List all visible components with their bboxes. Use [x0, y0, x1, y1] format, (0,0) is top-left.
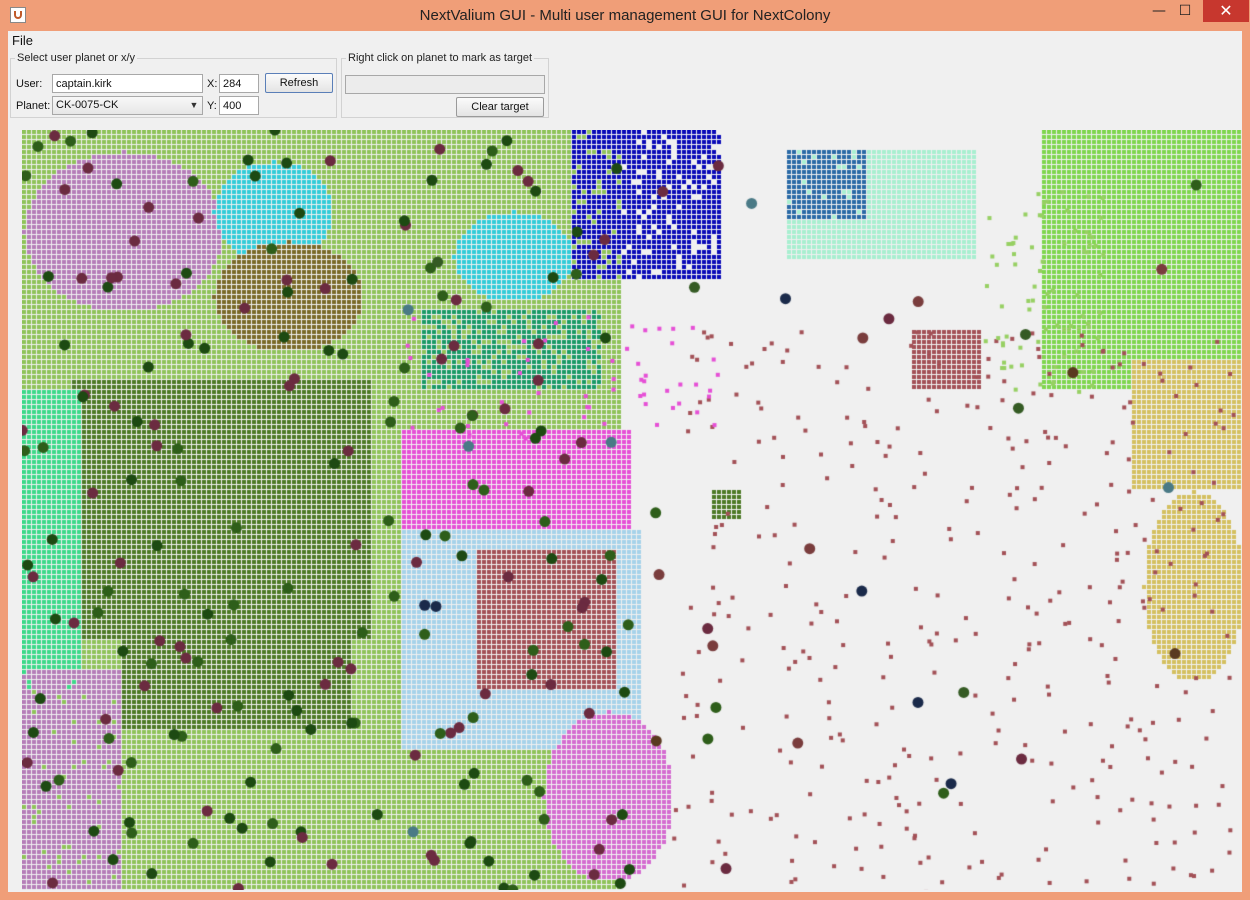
refresh-button[interactable]: Refresh [265, 73, 333, 93]
planet-dropdown-value: CK-0075-CK [56, 99, 119, 111]
client-area: File Select user planet or x/y User: X: … [8, 31, 1242, 892]
window-title: NextValium GUI - Multi user management G… [419, 7, 831, 24]
select-group-legend: Select user planet or x/y [17, 52, 136, 64]
menu-file[interactable]: File [12, 33, 33, 48]
target-field [345, 75, 545, 94]
planet-label: Planet: [16, 100, 51, 112]
clear-target-button[interactable]: Clear target [456, 97, 544, 117]
maximize-button[interactable]: ☐ [1170, 0, 1200, 22]
close-button[interactable]: ✕ [1203, 0, 1249, 22]
y-coordinate-input[interactable] [219, 96, 259, 115]
application-window: NextValium GUI - Multi user management G… [0, 0, 1250, 900]
galaxy-map-canvas[interactable] [22, 130, 1242, 890]
select-planet-group: Select user planet or x/y User: X: Refre… [10, 52, 337, 118]
user-label: User: [16, 78, 43, 90]
target-group-legend: Right click on planet to mark as target [348, 52, 533, 64]
menu-bar: File [8, 31, 1242, 49]
title-bar[interactable]: NextValium GUI - Multi user management G… [0, 0, 1250, 31]
x-coordinate-input[interactable] [219, 74, 259, 93]
user-input[interactable] [52, 74, 203, 93]
chevron-down-icon: ▼ [189, 100, 199, 110]
y-label: Y: [207, 100, 217, 112]
planet-dropdown[interactable]: CK-0075-CK ▼ [52, 96, 203, 115]
target-group: Right click on planet to mark as target … [341, 52, 549, 118]
x-label: X: [207, 78, 218, 90]
